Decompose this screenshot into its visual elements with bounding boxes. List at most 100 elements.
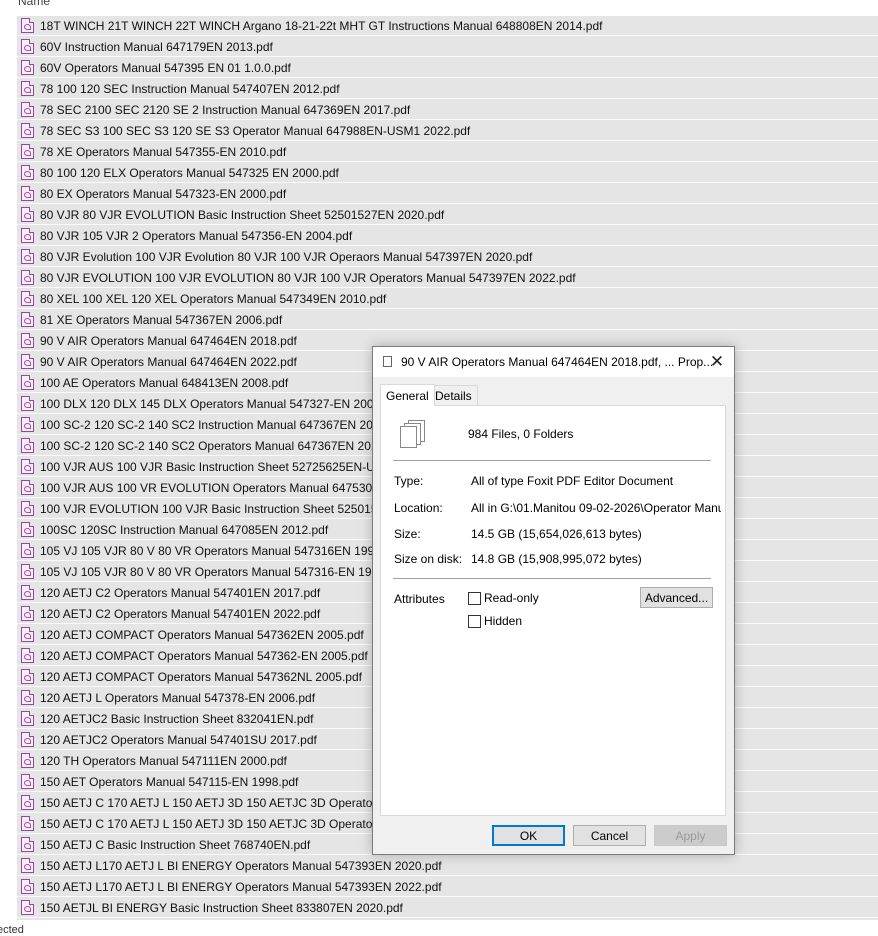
file-name: 100 DLX 120 DLX 145 DLX Operators Manual… <box>40 396 401 411</box>
pdf-file-icon <box>21 627 34 642</box>
pdf-file-icon <box>21 648 34 663</box>
pdf-file-icon <box>21 228 34 243</box>
pdf-file-icon <box>21 774 34 789</box>
file-row[interactable]: 78 SEC S3 100 SEC S3 120 SE S3 Operator … <box>17 121 878 141</box>
pdf-file-icon <box>21 165 34 180</box>
hidden-checkbox[interactable]: Hidden <box>468 614 522 628</box>
tab-details[interactable]: Details <box>429 385 478 405</box>
pdf-file-icon <box>21 270 34 285</box>
file-name: 80 XEL 100 XEL 120 XEL Operators Manual … <box>40 291 387 306</box>
pdf-file-icon <box>21 879 34 894</box>
status-text: ected <box>0 924 24 936</box>
file-name: 120 AETJC2 Basic Instruction Sheet 83204… <box>40 711 314 726</box>
pdf-file-icon <box>21 459 34 474</box>
pdf-file-icon <box>21 333 34 348</box>
file-name: 120 AETJ C2 Operators Manual 547401EN 20… <box>40 585 321 600</box>
pdf-file-icon <box>21 375 34 390</box>
advanced-button[interactable]: Advanced... <box>640 587 713 608</box>
file-row[interactable]: 80 VJR Evolution 100 VJR Evolution 80 VJ… <box>17 247 878 267</box>
file-name: 78 SEC S3 100 SEC S3 120 SE S3 Operator … <box>40 123 471 138</box>
file-name: 105 VJ 105 VJR 80 V 80 VR Operators Manu… <box>40 543 401 558</box>
type-label: Type: <box>394 474 424 488</box>
file-name: 80 VJR 80 VJR EVOLUTION Basic Instructio… <box>40 207 445 222</box>
file-name: 150 AETJ C Basic Instruction Sheet 76874… <box>40 837 311 852</box>
pdf-file-icon <box>21 564 34 579</box>
pdf-file-icon <box>21 186 34 201</box>
pdf-file-icon <box>21 585 34 600</box>
size-label: Size: <box>394 527 421 541</box>
file-name: 100 SC-2 120 SC-2 140 SC2 Instruction Ma… <box>40 417 407 432</box>
file-row[interactable]: 80 VJR EVOLUTION 100 VJR EVOLUTION 80 VJ… <box>17 268 878 288</box>
file-name: 150 AETJL BI ENERGY Basic Instruction Sh… <box>40 900 403 915</box>
close-button[interactable]: ✕ <box>700 347 734 377</box>
file-name: 100 VJR EVOLUTION 100 VJR Basic Instruct… <box>40 501 408 516</box>
file-name: 120 AETJ COMPACT Operators Manual 547362… <box>40 627 364 642</box>
file-row[interactable]: 81 XE Operators Manual 547367EN 2006.pdf <box>17 310 878 330</box>
read-only-checkbox[interactable]: Read-only <box>468 591 539 605</box>
file-name: 100SC 120SC Instruction Manual 647085EN … <box>40 522 329 537</box>
file-row[interactable]: 60V Operators Manual 547395 EN 01 1.0.0.… <box>17 58 878 78</box>
file-row[interactable]: 80 100 120 ELX Operators Manual 547325 E… <box>17 163 878 183</box>
size-on-disk-label: Size on disk: <box>394 552 463 566</box>
ok-button[interactable]: OK <box>492 825 565 846</box>
name-column-header[interactable]: Name <box>0 0 878 10</box>
file-row[interactable]: 80 VJR 80 VJR EVOLUTION Basic Instructio… <box>17 205 878 225</box>
location-label: Location: <box>394 501 443 515</box>
file-name: 120 AETJ L Operators Manual 547378-EN 20… <box>40 690 316 705</box>
file-name: 80 EX Operators Manual 547323-EN 2000.pd… <box>40 186 287 201</box>
pdf-file-icon <box>21 711 34 726</box>
pdf-file-icon <box>21 543 34 558</box>
type-value: All of type Foxit PDF Editor Document <box>471 474 674 488</box>
pdf-file-icon <box>21 207 34 222</box>
tab-general[interactable]: General <box>380 384 435 406</box>
dialog-title-bar[interactable]: 90 V AIR Operators Manual 647464EN 2018.… <box>373 347 734 377</box>
read-only-checkbox-box[interactable] <box>468 591 481 605</box>
pdf-file-icon <box>21 438 34 453</box>
cancel-button[interactable]: Cancel <box>573 825 646 846</box>
file-name: 150 AETJ L170 AETJ L BI ENERGY Operators… <box>40 858 442 873</box>
pdf-file-icon <box>21 669 34 684</box>
file-row[interactable]: 80 EX Operators Manual 547323-EN 2000.pd… <box>17 184 878 204</box>
pdf-file-icon <box>21 249 34 264</box>
file-name: 100 VJR AUS 100 VJR Basic Instruction Sh… <box>40 459 400 474</box>
file-name: 80 VJR Evolution 100 VJR Evolution 80 VJ… <box>40 249 533 264</box>
file-name: 150 AETJ C 170 AETJ L 150 AETJ 3D 150 AE… <box>40 816 426 831</box>
file-name: 120 TH Operators Manual 547111EN 2000.pd… <box>40 753 287 768</box>
file-row[interactable]: 150 AETJL BI ENERGY Basic Instruction Sh… <box>17 898 878 918</box>
file-name: 60V Operators Manual 547395 EN 01 1.0.0.… <box>40 60 291 75</box>
size-value: 14.5 GB (15,654,026,613 bytes) <box>471 527 642 541</box>
apply-button[interactable]: Apply <box>654 825 727 846</box>
pdf-file-icon <box>21 60 34 75</box>
file-row[interactable]: 78 100 120 SEC Instruction Manual 547407… <box>17 79 878 99</box>
file-row[interactable]: 60V Instruction Manual 647179EN 2013.pdf <box>17 37 878 57</box>
file-row[interactable]: 78 XE Operators Manual 547355-EN 2010.pd… <box>17 142 878 162</box>
file-row[interactable]: 150 AETJ L170 AETJ L BI ENERGY Operators… <box>17 877 878 897</box>
pdf-file-icon <box>21 396 34 411</box>
file-row[interactable]: 78 SEC 2100 SEC 2120 SE 2 Instruction Ma… <box>17 100 878 120</box>
pdf-file-icon <box>21 837 34 852</box>
file-name: 78 100 120 SEC Instruction Manual 547407… <box>40 81 340 96</box>
file-name: 80 VJR EVOLUTION 100 VJR EVOLUTION 80 VJ… <box>40 270 576 285</box>
files-stack-icon <box>399 420 427 450</box>
file-row[interactable]: 150 AETJ L170 AETJ L BI ENERGY Operators… <box>17 856 878 876</box>
file-name: 60V Instruction Manual 647179EN 2013.pdf <box>40 39 273 54</box>
attributes-label: Attributes <box>394 592 445 606</box>
properties-dialog: 90 V AIR Operators Manual 647464EN 2018.… <box>372 346 735 855</box>
file-row[interactable]: 18T WINCH 21T WINCH 22T WINCH Argano 18-… <box>17 16 878 36</box>
pdf-file-icon <box>21 795 34 810</box>
pdf-file-icon <box>21 900 34 915</box>
location-value: All in G:\01.Manitou 09-02-2026\Operator… <box>471 501 721 515</box>
status-bar: ected <box>0 922 878 936</box>
pdf-file-icon <box>21 480 34 495</box>
file-name: 120 AETJ COMPACT Operators Manual 547362… <box>40 669 362 684</box>
file-row[interactable]: 80 XEL 100 XEL 120 XEL Operators Manual … <box>17 289 878 309</box>
pdf-file-icon <box>21 291 34 306</box>
size-on-disk-value: 14.8 GB (15,908,995,072 bytes) <box>471 552 642 566</box>
file-name: 100 AE Operators Manual 648413EN 2008.pd… <box>40 375 289 390</box>
pdf-file-icon <box>21 522 34 537</box>
pdf-file-icon <box>21 501 34 516</box>
pdf-file-icon <box>21 816 34 831</box>
pdf-file-icon <box>21 102 34 117</box>
file-row[interactable]: 80 VJR 105 VJR 2 Operators Manual 547356… <box>17 226 878 246</box>
hidden-checkbox-box[interactable] <box>468 614 481 628</box>
